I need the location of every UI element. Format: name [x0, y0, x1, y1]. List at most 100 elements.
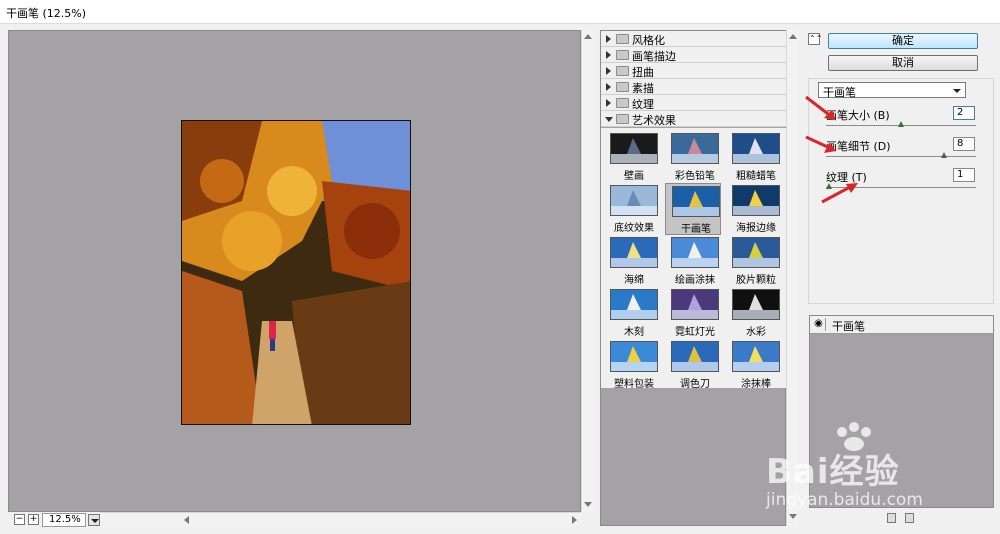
annotation-arrow-icon: [821, 183, 858, 204]
expand-arrow-icon: [606, 83, 611, 91]
collapse-arrow-icon: [605, 117, 613, 122]
scroll-up-icon[interactable]: [584, 34, 592, 39]
folder-icon: [616, 98, 629, 108]
filter-thumb-label: 涂抹棒: [741, 379, 771, 390]
zoom-in-button[interactable]: +: [28, 514, 39, 525]
annotation-arrow-icon: [805, 95, 836, 120]
filter-thumb-label: 塑料包装: [614, 379, 654, 390]
filter-thumb-label: 绘画涂抹: [675, 275, 715, 286]
cancel-button[interactable]: 取消: [828, 55, 978, 71]
filter-preview-image: [732, 185, 780, 216]
filter-thumb[interactable]: 干画笔: [665, 183, 721, 235]
brush-size-slider-knob[interactable]: [898, 121, 904, 127]
filter-thumb[interactable]: 海绵: [604, 235, 660, 287]
brush-detail-slider[interactable]: [826, 156, 976, 157]
chevron-down-icon: [91, 519, 99, 523]
filter-thumb[interactable]: 调色刀: [665, 339, 721, 391]
texture-input[interactable]: 1: [953, 168, 975, 182]
category-distort[interactable]: 扭曲: [601, 63, 786, 79]
category-stylize[interactable]: 风格化: [601, 31, 786, 47]
category-artistic[interactable]: 艺术效果: [601, 111, 786, 127]
annotation-arrow-icon: [805, 135, 836, 153]
filter-preview-image: [671, 341, 719, 372]
brush-detail-input[interactable]: 8: [953, 137, 975, 151]
filter-thumb[interactable]: 霓虹灯光: [665, 287, 721, 339]
filter-preview-image: [732, 341, 780, 372]
filter-thumb[interactable]: 绘画涂抹: [665, 235, 721, 287]
filter-thumb-label: 底纹效果: [614, 223, 654, 234]
filter-thumb-label: 霓虹灯光: [675, 327, 715, 338]
watermark-url: jingyan.baidu.com: [766, 490, 923, 510]
filter-preview-image: [732, 133, 780, 164]
scroll-down-icon[interactable]: [584, 502, 592, 507]
expand-arrow-icon: [606, 99, 611, 107]
filter-preview-image: [672, 186, 720, 217]
filter-preview-image: [610, 289, 658, 320]
filter-thumb[interactable]: 底纹效果: [604, 183, 660, 235]
effect-layer-row[interactable]: ◉ 干画笔: [810, 316, 993, 334]
filter-preview-image: [671, 133, 719, 164]
category-texture[interactable]: 纹理: [601, 95, 786, 111]
filter-thumb[interactable]: 塑料包装: [604, 339, 660, 391]
category-label: 风格化: [632, 34, 665, 47]
category-label: 素描: [632, 82, 654, 95]
folder-icon: [616, 34, 629, 44]
preview-image: [181, 120, 411, 425]
category-label: 画笔描边: [632, 50, 676, 63]
folder-icon: [616, 50, 629, 60]
title-bar: 干画笔 (12.5%): [0, 0, 1000, 24]
category-label: 扭曲: [632, 66, 654, 79]
filter-thumb-label: 壁画: [624, 171, 644, 182]
folder-icon: [616, 114, 629, 124]
filter-thumb[interactable]: 壁画: [604, 131, 660, 183]
filter-thumb[interactable]: 水彩: [726, 287, 782, 339]
filter-preview-image: [732, 289, 780, 320]
category-label: 艺术效果: [632, 114, 676, 127]
filter-thumb-label: 彩色铅笔: [675, 171, 715, 182]
preview-canvas[interactable]: [8, 30, 581, 512]
filter-thumb[interactable]: 海报边缘: [726, 183, 782, 235]
category-brush-strokes[interactable]: 画笔描边: [601, 47, 786, 63]
filter-thumb-label: 干画笔: [681, 224, 711, 235]
folder-icon: [616, 66, 629, 76]
baidu-jingyan-watermark: Bai经验 jingyan.baidu.com: [760, 420, 1000, 520]
eye-icon[interactable]: ◉: [812, 318, 826, 331]
filter-thumb-label: 胶片颗粒: [736, 275, 776, 286]
filter-preview-image: [671, 237, 719, 268]
filter-thumb-label: 海报边缘: [736, 223, 776, 234]
expand-arrow-icon: [606, 35, 611, 43]
filter-thumb[interactable]: 涂抹棒: [726, 339, 782, 391]
zoom-out-button[interactable]: −: [14, 514, 25, 525]
category-sketch[interactable]: 素描: [601, 79, 786, 95]
filter-thumb[interactable]: 木刻: [604, 287, 660, 339]
category-label: 纹理: [632, 98, 654, 111]
filter-preview-image: [732, 237, 780, 268]
filter-preview-image: [610, 133, 658, 164]
filter-thumb-label: 粗糙蜡笔: [736, 171, 776, 182]
brush-size-input[interactable]: 2: [953, 106, 975, 120]
brush-detail-slider-knob[interactable]: [941, 152, 947, 158]
zoom-dropdown-button[interactable]: [88, 514, 100, 526]
scroll-up-icon[interactable]: [789, 34, 797, 39]
window-title: 干画笔 (12.5%): [6, 7, 87, 20]
filter-thumb-label: 木刻: [624, 327, 644, 338]
collapse-gallery-button[interactable]: ⌃⌃: [808, 33, 822, 45]
ok-button[interactable]: 确定: [828, 33, 978, 49]
filter-preview-image: [610, 185, 658, 216]
filter-preview-image: [610, 237, 658, 268]
preview-vertical-scrollbar[interactable]: [581, 30, 593, 512]
filter-thumb-label: 海绵: [624, 275, 644, 286]
filter-thumb-label: 调色刀: [680, 379, 710, 390]
folder-icon: [616, 82, 629, 92]
chevron-down-icon: [953, 89, 961, 93]
filter-gallery-panel: 风格化 画笔描边 扭曲 素描 纹理 艺术效果 壁画 彩色铅笔 粗糙蜡笔底纹效果 干画笔…: [600, 30, 786, 526]
filter-preview-image: [671, 289, 719, 320]
filter-thumb[interactable]: 胶片颗粒: [726, 235, 782, 287]
filter-preview-image: [610, 341, 658, 372]
filter-thumb[interactable]: 彩色铅笔: [665, 131, 721, 183]
expand-arrow-icon: [606, 51, 611, 59]
filter-thumb-label: 水彩: [746, 327, 766, 338]
filter-thumb[interactable]: 粗糙蜡笔: [726, 131, 782, 183]
zoom-field[interactable]: 12.5%: [42, 513, 86, 527]
artistic-filter-thumbnails: 壁画 彩色铅笔 粗糙蜡笔底纹效果 干画笔 海报边缘海绵 绘画涂抹 胶片颗粒木刻 霓虹灯光 水彩塑…: [601, 128, 786, 391]
